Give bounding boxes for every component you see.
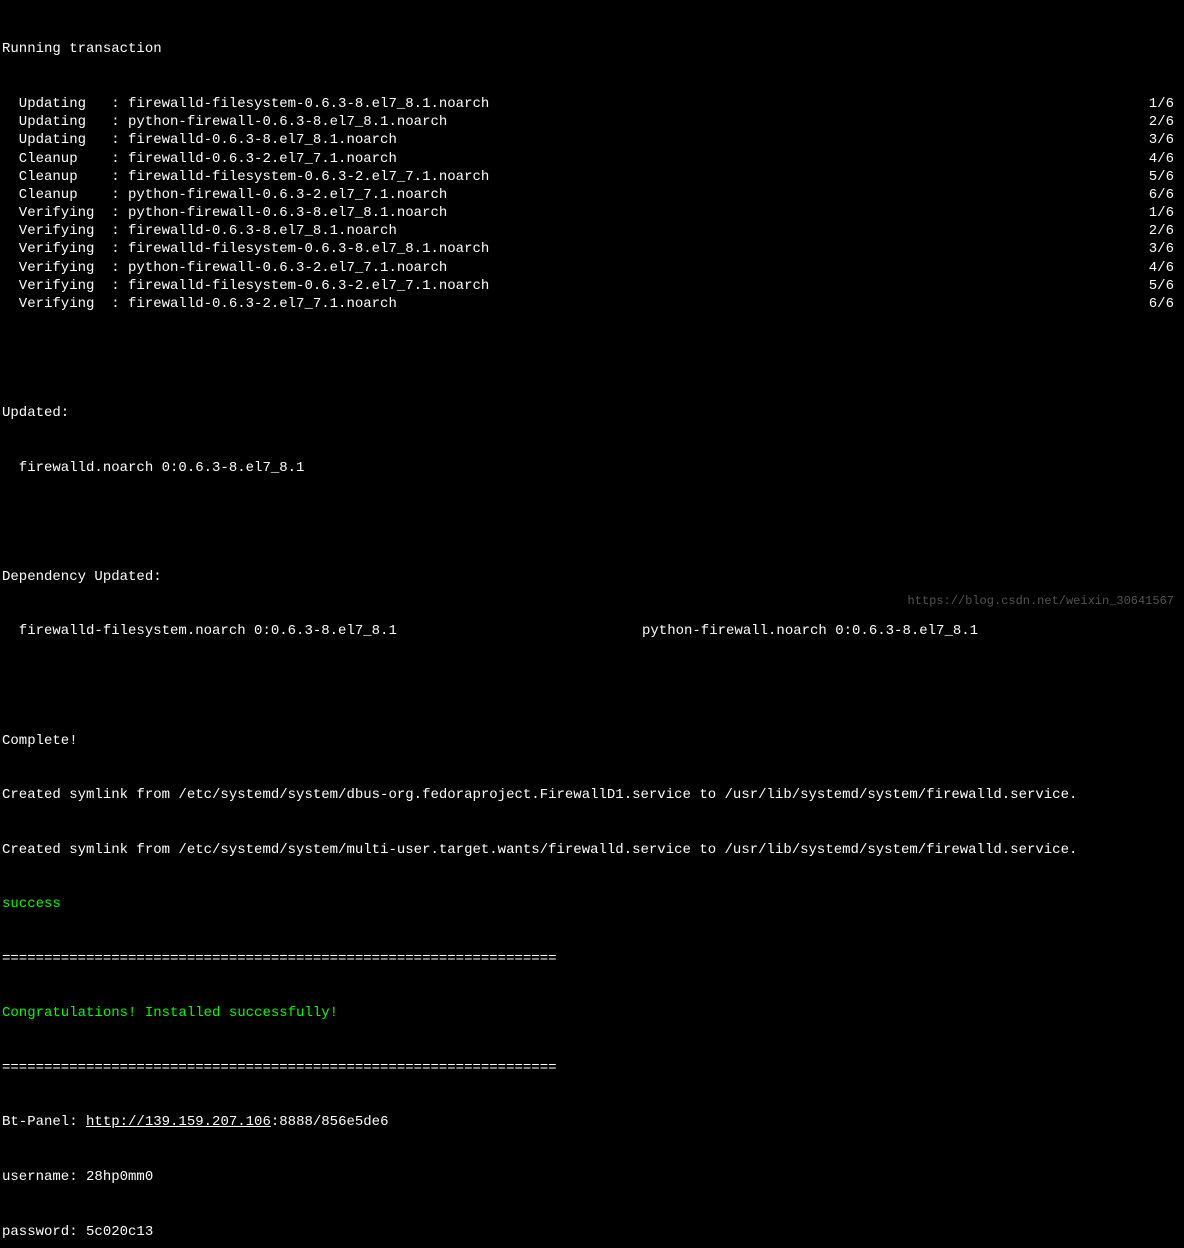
transaction-count: 1/6 (1149, 95, 1182, 113)
complete-message: Complete! (2, 732, 1182, 750)
panel-url[interactable]: http://139.159.207.106 (86, 1114, 271, 1130)
dep-pkg-2: python-firewall.noarch 0:0.6.3-8.el7_8.1 (642, 622, 978, 640)
transaction-count: 4/6 (1149, 259, 1182, 277)
transaction-line: Verifying : firewalld-filesystem-0.6.3-2… (2, 277, 1182, 295)
panel-suffix: :8888/856e5de6 (271, 1114, 389, 1130)
transaction-count: 3/6 (1149, 131, 1182, 149)
transaction-left: Updating : firewalld-filesystem-0.6.3-8.… (2, 95, 1149, 113)
transaction-left: Verifying : firewalld-filesystem-0.6.3-2… (2, 277, 1149, 295)
transaction-left: Updating : python-firewall-0.6.3-8.el7_8… (2, 113, 1149, 131)
transaction-line: Verifying : firewalld-0.6.3-8.el7_8.1.no… (2, 222, 1182, 240)
bt-panel-line: Bt-Panel: http://139.159.207.106:8888/85… (2, 1113, 1182, 1131)
transaction-line: Cleanup : python-firewall-0.6.3-2.el7_7.… (2, 186, 1182, 204)
dependency-header: Dependency Updated: (2, 568, 1182, 586)
dep-pkg-1: firewalld-filesystem.noarch 0:0.6.3-8.el… (2, 622, 642, 640)
blank-line (2, 677, 1182, 695)
transaction-line: Updating : python-firewall-0.6.3-8.el7_8… (2, 113, 1182, 131)
watermark-text: https://blog.csdn.net/weixin_30641567 (908, 594, 1174, 610)
transaction-count: 1/6 (1149, 204, 1182, 222)
congratulations-message: Congratulations! Installed successfully! (2, 1004, 1182, 1022)
transaction-left: Verifying : firewalld-0.6.3-2.el7_7.1.no… (2, 295, 1149, 313)
transaction-count: 5/6 (1149, 168, 1182, 186)
transaction-count: 4/6 (1149, 150, 1182, 168)
transaction-left: Verifying : python-firewall-0.6.3-2.el7_… (2, 259, 1149, 277)
transaction-count: 6/6 (1149, 295, 1182, 313)
transaction-line: Updating : firewalld-0.6.3-8.el7_8.1.noa… (2, 131, 1182, 149)
panel-label: Bt-Panel: (2, 1114, 86, 1130)
transaction-left: Cleanup : python-firewall-0.6.3-2.el7_7.… (2, 186, 1149, 204)
transaction-line: Cleanup : firewalld-0.6.3-2.el7_7.1.noar… (2, 150, 1182, 168)
transaction-count: 5/6 (1149, 277, 1182, 295)
transaction-line: Updating : firewalld-filesystem-0.6.3-8.… (2, 95, 1182, 113)
transaction-line: Verifying : python-firewall-0.6.3-2.el7_… (2, 259, 1182, 277)
terminal-output[interactable]: Running transaction Updating : firewalld… (2, 4, 1182, 1248)
transaction-line: Verifying : python-firewall-0.6.3-8.el7_… (2, 204, 1182, 222)
transaction-line: Cleanup : firewalld-filesystem-0.6.3-2.e… (2, 168, 1182, 186)
transaction-left: Updating : firewalld-0.6.3-8.el7_8.1.noa… (2, 131, 1149, 149)
dependency-packages: firewalld-filesystem.noarch 0:0.6.3-8.el… (2, 622, 1182, 640)
transaction-left: Cleanup : firewalld-filesystem-0.6.3-2.e… (2, 168, 1149, 186)
transaction-left: Verifying : firewalld-0.6.3-8.el7_8.1.no… (2, 222, 1149, 240)
transaction-count: 2/6 (1149, 222, 1182, 240)
transaction-header: Running transaction (2, 40, 1182, 58)
symlink-message-1: Created symlink from /etc/systemd/system… (2, 786, 1182, 804)
success-message: success (2, 895, 1182, 913)
transaction-count: 2/6 (1149, 113, 1182, 131)
transaction-count: 6/6 (1149, 186, 1182, 204)
divider-bottom: ========================================… (2, 1059, 1182, 1077)
transaction-left: Cleanup : firewalld-0.6.3-2.el7_7.1.noar… (2, 150, 1149, 168)
password-line: password: 5c020c13 (2, 1223, 1182, 1241)
blank-line (2, 350, 1182, 368)
blank-line (2, 513, 1182, 531)
updated-package: firewalld.noarch 0:0.6.3-8.el7_8.1 (2, 459, 1182, 477)
transaction-line: Verifying : firewalld-filesystem-0.6.3-8… (2, 240, 1182, 258)
transaction-line: Verifying : firewalld-0.6.3-2.el7_7.1.no… (2, 295, 1182, 313)
updated-header: Updated: (2, 404, 1182, 422)
transaction-count: 3/6 (1149, 240, 1182, 258)
divider-top: ========================================… (2, 950, 1182, 968)
transaction-left: Verifying : python-firewall-0.6.3-8.el7_… (2, 204, 1149, 222)
username-line: username: 28hp0mm0 (2, 1168, 1182, 1186)
symlink-message-2: Created symlink from /etc/systemd/system… (2, 841, 1182, 859)
transaction-left: Verifying : firewalld-filesystem-0.6.3-8… (2, 240, 1149, 258)
